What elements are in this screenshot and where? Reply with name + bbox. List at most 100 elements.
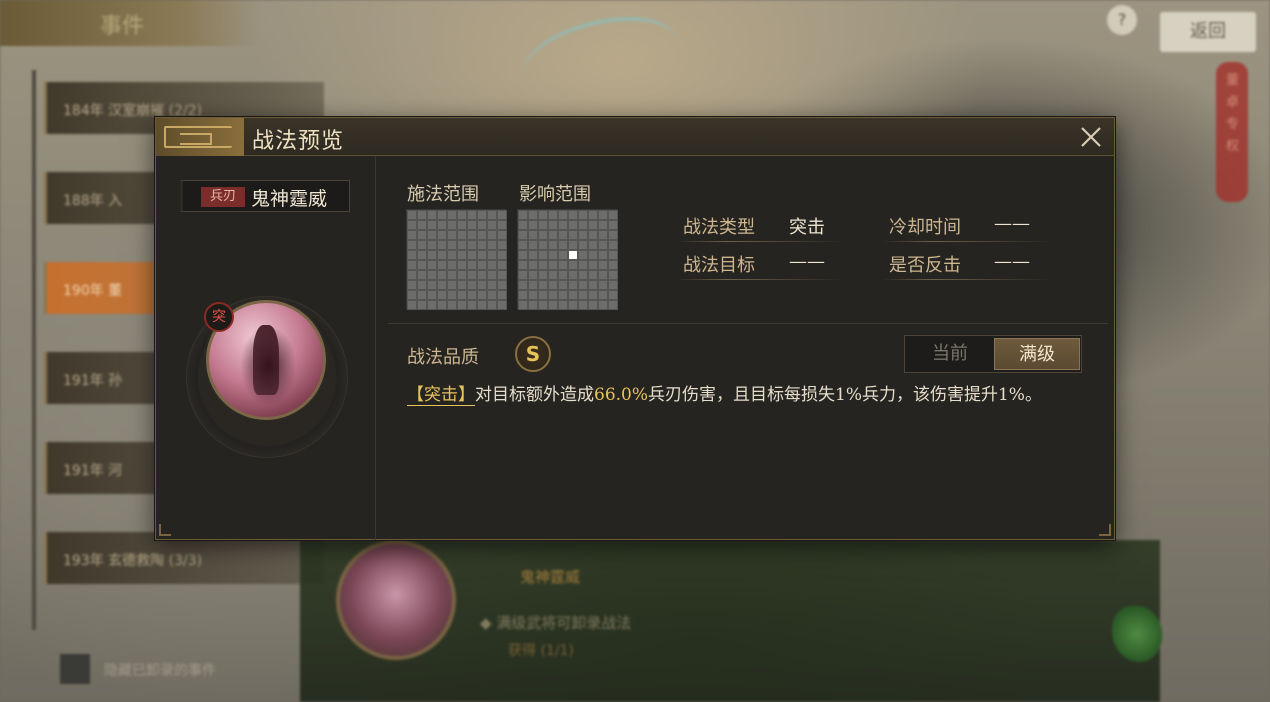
grid-cell	[467, 280, 477, 290]
grid-cell	[447, 280, 457, 290]
grid-cell	[578, 280, 588, 290]
grid-cell	[497, 280, 507, 290]
grid-cell	[477, 220, 487, 230]
background-screen-title: 事件	[100, 14, 145, 39]
grid-cell	[437, 290, 447, 300]
cooldown-value: ——	[994, 213, 1030, 234]
dialog-title: 战法预览	[252, 129, 345, 154]
grid-cell	[447, 240, 457, 250]
grid-cell	[528, 290, 538, 300]
toggle-current-level[interactable]: 当前	[907, 338, 993, 370]
grid-cell	[487, 300, 497, 310]
grid-cell	[518, 210, 528, 220]
cooldown-label: 冷却时间	[889, 217, 961, 238]
grid-cell	[427, 230, 437, 240]
grid-cell	[538, 240, 548, 250]
close-icon[interactable]	[1076, 122, 1106, 152]
grid-cell	[457, 240, 467, 250]
grid-cell	[487, 260, 497, 270]
grid-cell	[437, 270, 447, 280]
grid-cell	[548, 250, 558, 260]
grid-cell	[578, 290, 588, 300]
grid-cell	[447, 270, 457, 280]
grid-cell	[558, 280, 568, 290]
grid-cell	[548, 300, 558, 310]
grid-cell	[598, 230, 608, 240]
grid-cell	[417, 240, 427, 250]
grid-cell	[518, 220, 528, 230]
grid-cell	[427, 210, 437, 220]
grid-cell	[538, 230, 548, 240]
grid-cell	[548, 290, 558, 300]
corner-ornament	[159, 524, 171, 536]
grid-cell	[467, 290, 477, 300]
field-underline	[882, 279, 1052, 280]
corner-ornament	[1099, 524, 1111, 536]
grid-cell	[558, 210, 568, 220]
hide-checkbox[interactable]	[60, 654, 90, 684]
grid-cell	[437, 240, 447, 250]
grid-cell	[437, 280, 447, 290]
grid-cell	[417, 300, 427, 310]
grid-cell	[608, 270, 618, 280]
grid-cell	[598, 210, 608, 220]
help-button[interactable]: ?	[1107, 5, 1137, 35]
hide-checkbox-label: 隐藏已卸录的事件	[104, 663, 216, 679]
grid-cell	[588, 280, 598, 290]
grid-cell	[457, 290, 467, 300]
grid-cell	[417, 220, 427, 230]
toggle-max-level[interactable]: 满级	[994, 338, 1080, 370]
grid-cell	[427, 290, 437, 300]
grid-cell	[518, 270, 528, 280]
grid-cell	[457, 270, 467, 280]
grid-cell	[487, 210, 497, 220]
grid-cell	[437, 300, 447, 310]
grid-cell	[588, 270, 598, 280]
grid-cell	[608, 230, 618, 240]
grid-cell	[608, 260, 618, 270]
grid-cell	[538, 300, 548, 310]
grid-cell	[407, 280, 417, 290]
grid-cell	[497, 260, 507, 270]
grid-cell	[518, 240, 528, 250]
grid-cell	[447, 220, 457, 230]
grid-cell	[598, 260, 608, 270]
grid-cell	[447, 250, 457, 260]
grid-cell	[568, 290, 578, 300]
grid-cell	[497, 230, 507, 240]
grid-cell	[608, 280, 618, 290]
grid-cell	[528, 270, 538, 280]
grid-cell	[538, 270, 548, 280]
grid-cell	[417, 230, 427, 240]
grid-cell	[477, 270, 487, 280]
grid-cell	[578, 260, 588, 270]
grid-cell	[417, 270, 427, 280]
grid-cell	[497, 210, 507, 220]
grid-cell	[477, 240, 487, 250]
grid-cell	[457, 210, 467, 220]
grid-cell	[558, 250, 568, 260]
grid-cell	[417, 210, 427, 220]
grid-cell	[437, 210, 447, 220]
back-button[interactable]: 返回	[1160, 12, 1256, 52]
grid-cell	[598, 300, 608, 310]
grid-cell	[437, 260, 447, 270]
grid-cell	[487, 220, 497, 230]
grid-cell	[467, 270, 477, 280]
grid-cell	[427, 260, 437, 270]
tactic-target-value: ——	[789, 251, 825, 272]
grid-cell	[558, 240, 568, 250]
grid-cell	[467, 260, 477, 270]
cast-range-label: 施法范围	[407, 184, 479, 205]
grid-cell	[497, 240, 507, 250]
grid-cell	[447, 210, 457, 220]
background-portrait	[336, 540, 456, 660]
grid-cell	[518, 230, 528, 240]
grid-cell	[578, 270, 588, 280]
grid-cell	[487, 290, 497, 300]
background-map-river	[515, 9, 685, 111]
grid-cell	[528, 230, 538, 240]
grid-cell	[407, 250, 417, 260]
grid-cell	[568, 240, 578, 250]
grid-cell	[598, 280, 608, 290]
